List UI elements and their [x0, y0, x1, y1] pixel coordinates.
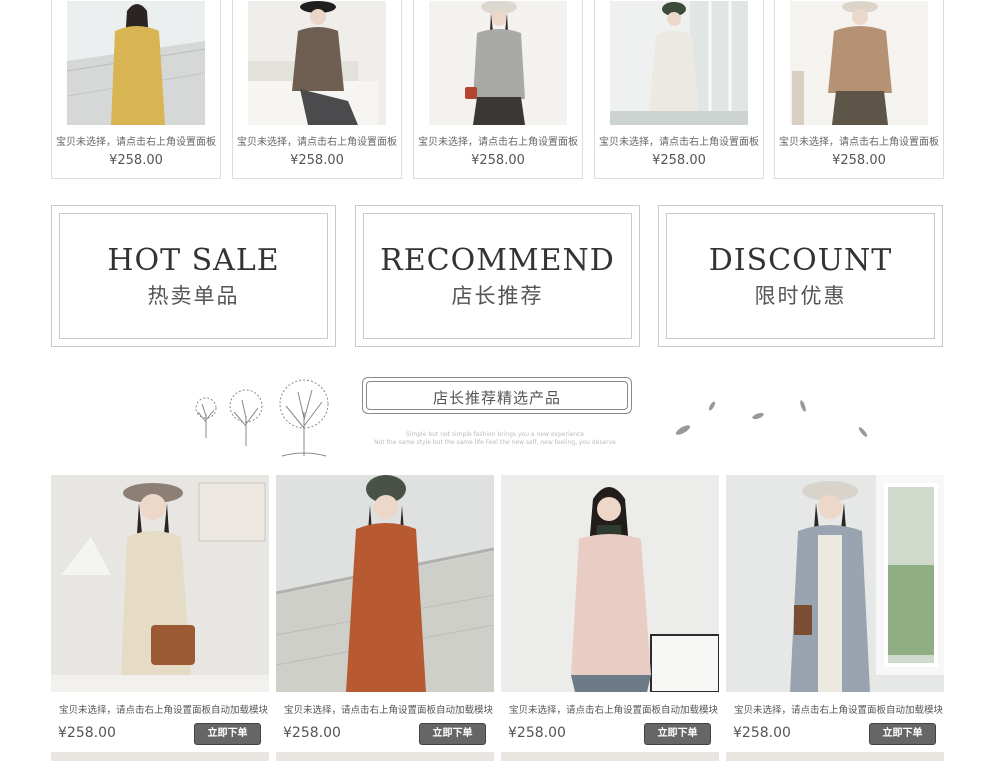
category-recommend[interactable]: RECOMMEND 店长推荐	[355, 205, 640, 347]
top-product-card[interactable]: 宝贝未选择，请点击右上角设置面板 ¥258.00	[232, 0, 402, 179]
buy-now-button[interactable]: 立即下单	[194, 723, 261, 745]
category-title-cn: 热卖单品	[147, 284, 240, 308]
product-caption: 宝贝未选择，请点击右上角设置面板	[599, 137, 759, 148]
product-caption: 宝贝未选择，请点击右上角设置面板自动加载模块	[284, 705, 494, 716]
category-hot-sale[interactable]: HOT SALE 热卖单品	[51, 205, 336, 347]
product-price: ¥258.00	[471, 153, 525, 168]
category-title-en: HOT SALE	[107, 243, 280, 278]
buy-now-button[interactable]: 立即下单	[644, 723, 711, 745]
section-title-frame: 店长推荐精选产品	[362, 377, 632, 414]
product-caption: 宝贝未选择，请点击右上角设置面板	[56, 137, 216, 148]
top-product-card[interactable]: 宝贝未选择，请点击右上角设置面板 ¥258.00	[413, 0, 583, 179]
product-image[interactable]	[67, 1, 205, 125]
product-price: ¥258.00	[832, 153, 886, 168]
product-price: ¥258.00	[58, 725, 116, 741]
product-card[interactable]: 宝贝未选择，请点击右上角设置面板自动加载模块 ¥258.00 立即下单	[276, 475, 494, 761]
product-image[interactable]	[790, 1, 928, 125]
category-title-cn: 店长推荐	[451, 284, 544, 308]
product-image[interactable]	[501, 475, 719, 692]
product-price: ¥258.00	[652, 153, 706, 168]
product-caption: 宝贝未选择，请点击右上角设置面板自动加载模块	[509, 705, 719, 716]
category-title-en: DISCOUNT	[708, 243, 893, 278]
section-title: 店长推荐精选产品	[432, 389, 561, 407]
product-caption: 宝贝未选择，请点击右上角设置面板	[779, 137, 939, 148]
top-product-card[interactable]: 宝贝未选择，请点击右上角设置面板 ¥258.00	[774, 0, 944, 179]
section-header: 店长推荐精选产品 Simple but not simple fashion b…	[0, 370, 990, 460]
product-image[interactable]	[429, 1, 567, 125]
product-price: ¥258.00	[283, 725, 341, 741]
next-row-image-edge	[501, 752, 719, 761]
product-caption: 宝贝未选择，请点击右上角设置面板自动加载模块	[734, 705, 944, 716]
category-title-en: RECOMMEND	[380, 243, 615, 278]
buy-now-button[interactable]: 立即下单	[419, 723, 486, 745]
product-price: ¥258.00	[109, 153, 163, 168]
product-image[interactable]	[51, 475, 269, 692]
tree-illustration-icon	[195, 379, 329, 457]
product-price: ¥258.00	[508, 725, 566, 741]
product-caption: 宝贝未选择，请点击右上角设置面板	[418, 137, 578, 148]
top-product-card[interactable]: 宝贝未选择，请点击右上角设置面板 ¥258.00	[51, 0, 221, 179]
product-image[interactable]	[248, 1, 386, 125]
category-title-cn: 限时优惠	[754, 284, 847, 308]
product-card[interactable]: 宝贝未选择，请点击右上角设置面板自动加载模块 ¥258.00 立即下单	[51, 475, 269, 761]
product-price: ¥258.00	[290, 153, 344, 168]
product-card[interactable]: 宝贝未选择，请点击右上角设置面板自动加载模块 ¥258.00 立即下单	[501, 475, 719, 761]
product-card[interactable]: 宝贝未选择，请点击右上角设置面板自动加载模块 ¥258.00 立即下单	[726, 475, 944, 761]
product-caption: 宝贝未选择，请点击右上角设置面板自动加载模块	[59, 705, 269, 716]
next-row-image-edge	[726, 752, 944, 761]
product-caption: 宝贝未选择，请点击右上角设置面板	[237, 137, 397, 148]
product-image[interactable]	[726, 475, 944, 692]
category-discount[interactable]: DISCOUNT 限时优惠	[658, 205, 943, 347]
next-row-image-edge	[51, 752, 269, 761]
buy-now-button[interactable]: 立即下单	[869, 723, 936, 745]
product-image[interactable]	[610, 1, 748, 125]
top-product-row: 宝贝未选择，请点击右上角设置面板 ¥258.00 宝贝未选择，请点击右上角设置面…	[51, 0, 944, 179]
product-price: ¥258.00	[733, 725, 791, 741]
leaves-icon	[675, 400, 868, 437]
next-row-image-edge	[276, 752, 494, 761]
top-product-card[interactable]: 宝贝未选择，请点击右上角设置面板 ¥258.00	[594, 0, 764, 179]
product-image[interactable]	[276, 475, 494, 692]
